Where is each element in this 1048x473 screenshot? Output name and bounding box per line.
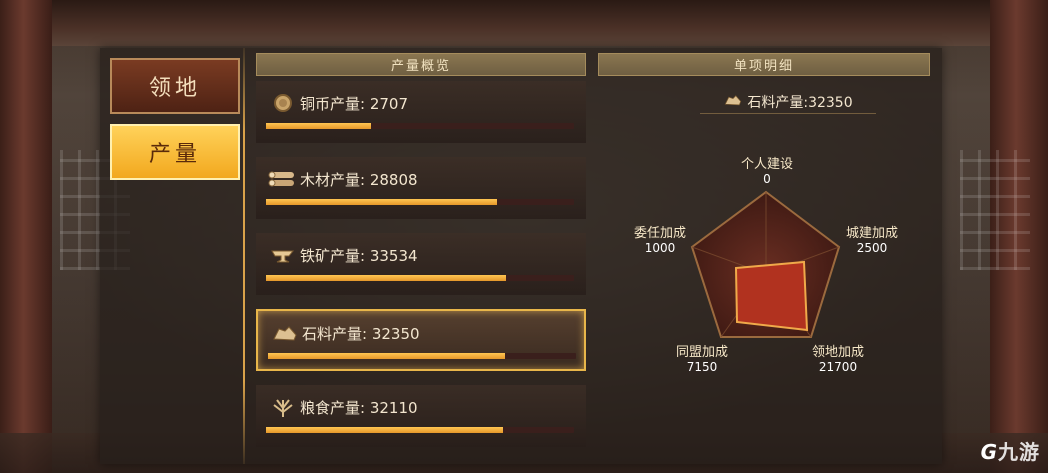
radar-label-city: 城建加成 2500: [845, 226, 898, 255]
site-watermark: G九游: [980, 440, 1040, 464]
radar-label-territory: 领地加成 21700: [811, 345, 864, 374]
radar-label-personal: 个人建设 0: [740, 157, 793, 186]
radar-label-alliance: 同盟加成 7150: [675, 345, 728, 374]
radar-label-appointment: 委任加成 1000: [633, 226, 686, 255]
radar-value-shape: [734, 260, 809, 332]
